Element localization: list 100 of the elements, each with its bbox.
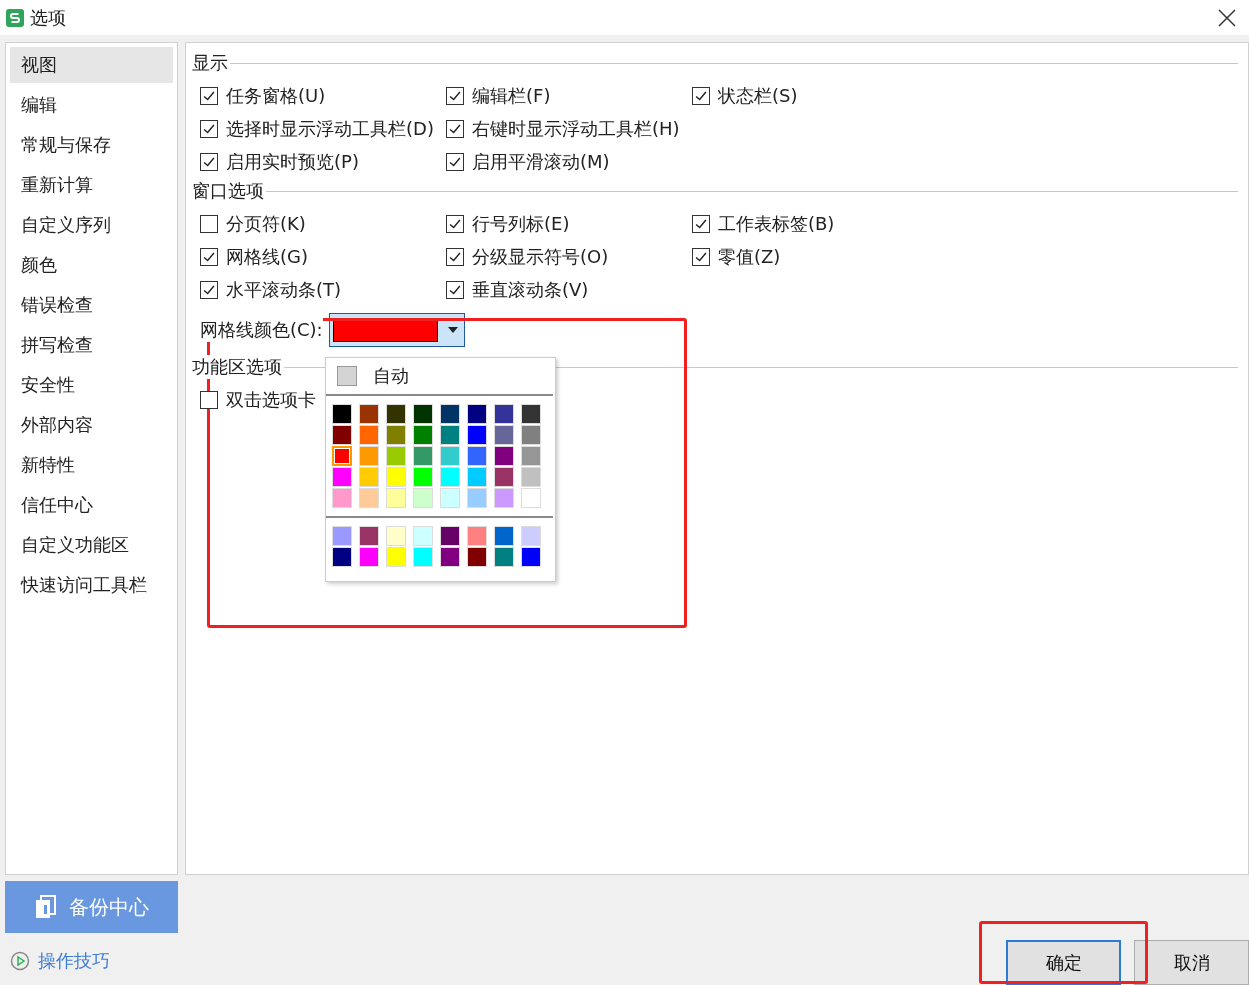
checkbox[interactable] [446,214,464,233]
color-swatch[interactable] [467,547,487,567]
color-swatch[interactable] [386,488,406,508]
checkbox[interactable] [200,214,218,233]
checkbox[interactable] [200,119,218,138]
checkbox-label: 任务窗格(U) [226,83,326,108]
checkbox[interactable] [200,247,218,266]
sidebar-item[interactable]: 拼写检查 [10,327,173,363]
color-swatch[interactable] [467,488,487,508]
sidebar-item[interactable]: 安全性 [10,367,173,403]
color-swatch[interactable] [413,547,433,567]
checkbox[interactable] [200,86,218,105]
sidebar-item[interactable]: 常规与保存 [10,127,173,163]
color-swatch[interactable] [332,547,352,567]
color-swatch[interactable] [359,404,379,424]
color-swatch[interactable] [413,404,433,424]
color-swatch[interactable] [332,526,352,546]
color-swatch[interactable] [386,547,406,567]
color-swatch[interactable] [521,488,541,508]
color-swatch[interactable] [386,526,406,546]
gridline-color-label: 网格线颜色(C): [200,318,323,342]
color-swatch[interactable] [413,488,433,508]
caret-icon [447,327,458,333]
ok-button[interactable]: 确定 [1006,940,1121,985]
color-swatch[interactable] [440,526,460,546]
checkbox[interactable] [446,280,464,299]
color-swatch[interactable] [467,404,487,424]
sidebar-item[interactable]: 外部内容 [10,407,173,443]
checkbox[interactable] [446,247,464,266]
sidebar-item[interactable]: 编辑 [10,87,173,123]
color-swatch[interactable] [467,446,487,466]
color-swatch[interactable] [359,488,379,508]
color-swatch[interactable] [332,425,352,445]
color-swatch[interactable] [359,467,379,487]
color-swatch[interactable] [467,526,487,546]
sidebar-item[interactable]: 视图 [10,47,173,83]
color-swatch[interactable] [386,404,406,424]
color-swatch[interactable] [521,446,541,466]
sidebar-item[interactable]: 错误检查 [10,287,173,323]
color-swatch[interactable] [332,446,352,466]
color-swatch[interactable] [467,425,487,445]
checkbox[interactable] [692,86,710,105]
color-swatch[interactable] [440,404,460,424]
color-swatch[interactable] [494,467,514,487]
color-swatch[interactable] [521,404,541,424]
color-swatch[interactable] [332,404,352,424]
color-swatch[interactable] [332,467,352,487]
color-swatch[interactable] [359,547,379,567]
color-swatch[interactable] [332,488,352,508]
color-swatch[interactable] [521,425,541,445]
checkbox[interactable] [200,280,218,299]
tips-link[interactable]: 操作技巧 [38,949,110,973]
color-swatch[interactable] [494,425,514,445]
close-icon[interactable] [1217,7,1237,28]
checkbox[interactable] [446,152,464,171]
color-swatch[interactable] [521,467,541,487]
checkbox[interactable] [446,86,464,105]
section-title: 功能区选项 [192,355,282,379]
checkbox[interactable] [446,119,464,138]
checkbox-label: 垂直滚动条(V) [472,277,589,302]
color-swatch[interactable] [521,547,541,567]
color-swatch[interactable] [521,526,541,546]
sidebar-item[interactable]: 快速访问工具栏 [10,567,173,603]
color-swatch[interactable] [440,467,460,487]
color-swatch[interactable] [386,467,406,487]
color-swatch[interactable] [359,425,379,445]
color-swatch[interactable] [440,425,460,445]
color-swatch[interactable] [413,526,433,546]
color-swatch[interactable] [494,404,514,424]
checkbox[interactable] [200,152,218,171]
sidebar-item[interactable]: 自定义功能区 [10,527,173,563]
sidebar-item[interactable]: 自定义序列 [10,207,173,243]
color-swatch[interactable] [359,526,379,546]
cancel-button[interactable]: 取消 [1134,940,1249,985]
sidebar-item[interactable]: 新特性 [10,447,173,483]
checkbox[interactable] [692,214,710,233]
color-swatch[interactable] [413,467,433,487]
color-swatch[interactable] [494,488,514,508]
checkbox[interactable] [692,247,710,266]
checkbox[interactable] [200,390,218,409]
play-icon [10,951,30,971]
color-swatch[interactable] [494,526,514,546]
color-swatch[interactable] [494,547,514,567]
color-swatch[interactable] [413,446,433,466]
color-dropdown[interactable] [328,313,465,347]
color-swatch[interactable] [440,547,460,567]
sidebar-item[interactable]: 重新计算 [10,167,173,203]
sidebar-item[interactable]: 颜色 [10,247,173,283]
color-swatch[interactable] [413,425,433,445]
color-swatch[interactable] [467,467,487,487]
color-swatch[interactable] [386,425,406,445]
auto-color-option[interactable]: 自动 [373,364,409,388]
color-swatch[interactable] [440,446,460,466]
sidebar-item[interactable]: 信任中心 [10,487,173,523]
auto-color-swatch[interactable] [337,366,357,386]
app-logo-icon [6,8,24,27]
color-swatch[interactable] [386,446,406,466]
color-swatch[interactable] [494,446,514,466]
color-swatch[interactable] [359,446,379,466]
color-swatch[interactable] [440,488,460,508]
